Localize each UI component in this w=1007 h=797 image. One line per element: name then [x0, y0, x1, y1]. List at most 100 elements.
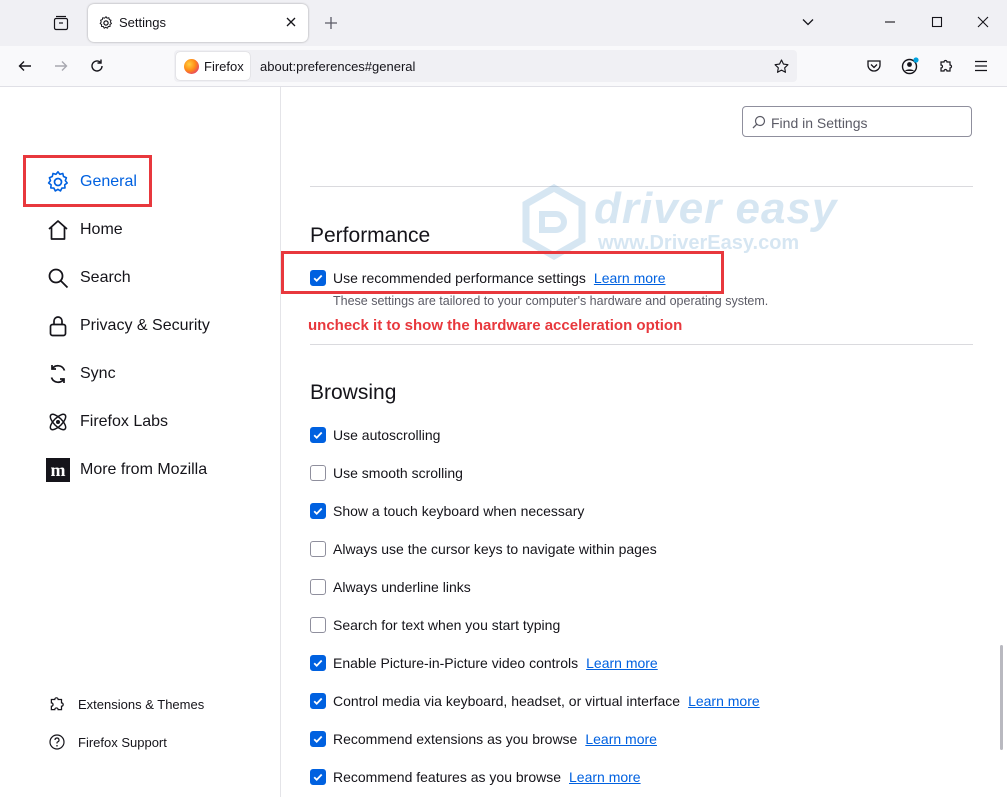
find-in-settings-field[interactable] — [742, 106, 972, 137]
firefox-logo-icon — [184, 59, 199, 74]
checkbox[interactable] — [310, 769, 326, 785]
learn-more-link[interactable]: Learn more — [586, 655, 658, 671]
close-tab-icon[interactable] — [284, 15, 298, 29]
sidebar-item-label: Sync — [80, 365, 116, 382]
checkmark-icon — [313, 735, 323, 743]
find-in-settings-input[interactable] — [769, 112, 968, 134]
option-label: Search for text when you start typing — [333, 617, 561, 633]
checkbox[interactable] — [310, 655, 326, 671]
checkmark-icon — [313, 274, 323, 282]
plus-icon — [325, 17, 337, 29]
browsing-heading: Browsing — [310, 381, 397, 404]
checkbox[interactable] — [310, 693, 326, 709]
performance-option-row[interactable]: Use recommended performance settings Lea… — [310, 268, 666, 288]
puzzle-icon — [940, 59, 953, 72]
app-menu-button[interactable] — [967, 52, 995, 80]
sidebar-item-general[interactable]: General — [46, 166, 137, 198]
annotation-note: uncheck it to show the hardware accelera… — [308, 317, 683, 334]
browsing-option-row[interactable]: Show a touch keyboard when necessary — [310, 501, 584, 521]
star-icon — [773, 58, 789, 73]
search-icon — [46, 266, 70, 290]
browsing-option-row[interactable]: Use autoscrolling — [310, 425, 440, 445]
reload-button[interactable] — [83, 52, 111, 80]
sidebar-item-label: Firefox Labs — [80, 413, 169, 430]
sidebar-item-sync[interactable]: Sync — [46, 358, 116, 390]
scrollbar-thumb[interactable] — [1000, 645, 1003, 750]
extensions-themes-link[interactable]: Extensions & Themes — [48, 693, 204, 715]
learn-more-link[interactable]: Learn more — [585, 731, 657, 747]
sidebar-item-more-from-mozilla[interactable]: m More from Mozilla — [46, 454, 207, 486]
checkbox[interactable] — [310, 503, 326, 519]
tab-settings[interactable]: Settings — [88, 4, 308, 42]
identity-box[interactable]: Firefox — [176, 52, 250, 80]
tab-title: Settings — [119, 15, 166, 30]
home-icon — [46, 218, 70, 242]
extensions-button[interactable] — [932, 52, 960, 80]
search-icon — [752, 115, 766, 129]
maximize-button[interactable] — [922, 8, 952, 36]
browsing-option-row[interactable]: Control media via keyboard, headset, or … — [310, 691, 760, 711]
puzzle-icon — [50, 697, 64, 711]
firefox-support-label: Firefox Support — [78, 734, 167, 750]
sidebar-item-search[interactable]: Search — [46, 262, 131, 294]
option-label: Always use the cursor keys to navigate w… — [333, 541, 657, 557]
sidebar-item-privacy-security[interactable]: Privacy & Security — [46, 310, 210, 342]
learn-more-link[interactable]: Learn more — [688, 693, 760, 709]
sync-icon — [46, 362, 70, 386]
svg-text:m: m — [51, 460, 66, 480]
list-all-tabs-button[interactable] — [793, 8, 823, 36]
account-button[interactable] — [896, 52, 924, 80]
sidebar-item-label: Search — [80, 269, 131, 286]
checkbox[interactable] — [310, 731, 326, 747]
sidebar-item-label: More from Mozilla — [80, 461, 208, 478]
back-button[interactable] — [11, 52, 39, 80]
checkbox[interactable] — [310, 579, 326, 595]
firefox-support-link[interactable]: Firefox Support — [48, 731, 167, 753]
performance-option-label: Use recommended performance settings — [333, 270, 586, 286]
sidebar-item-home[interactable]: Home — [46, 214, 123, 246]
option-label: Enable Picture-in-Picture video controls — [333, 655, 579, 671]
checkmark-icon — [313, 431, 323, 439]
checkbox[interactable] — [310, 541, 326, 557]
help-icon — [49, 734, 65, 750]
reload-icon — [91, 59, 103, 72]
lock-icon — [46, 314, 70, 338]
bookmark-star-button[interactable] — [767, 52, 795, 80]
option-label: Always underline links — [333, 579, 471, 595]
checkbox[interactable] — [310, 465, 326, 481]
extensions-themes-label: Extensions & Themes — [78, 696, 205, 712]
sidebar-item-label: Privacy & Security — [80, 317, 210, 334]
browsing-option-row[interactable]: Use smooth scrolling — [310, 463, 463, 483]
pocket-icon — [867, 60, 881, 72]
performance-checkbox[interactable] — [310, 270, 326, 286]
sidebar-item-label: Home — [80, 221, 123, 238]
firefox-view-button[interactable] — [46, 10, 76, 36]
new-tab-button[interactable] — [318, 10, 344, 36]
browsing-option-row[interactable]: Recommend features as you browse Learn m… — [310, 767, 641, 787]
forward-arrow-icon — [55, 61, 68, 71]
checkbox[interactable] — [310, 617, 326, 633]
section-divider — [310, 344, 973, 345]
browsing-option-row[interactable]: Recommend extensions as you browse Learn… — [310, 729, 657, 749]
browsing-option-row[interactable]: Enable Picture-in-Picture video controls… — [310, 653, 658, 673]
performance-learn-more-link[interactable]: Learn more — [594, 270, 666, 286]
sidebar-item-firefox-labs[interactable]: Firefox Labs — [46, 406, 168, 438]
performance-heading: Performance — [310, 224, 431, 247]
browsing-option-row[interactable]: Always underline links — [310, 577, 471, 597]
learn-more-link[interactable]: Learn more — [569, 769, 641, 785]
url-text[interactable]: about:preferences#general — [260, 59, 415, 74]
pocket-button[interactable] — [860, 52, 888, 80]
minimize-button[interactable] — [875, 8, 905, 36]
driver-easy-logo-icon — [522, 184, 586, 260]
browsing-option-row[interactable]: Always use the cursor keys to navigate w… — [310, 539, 657, 559]
firefox-view-icon — [53, 15, 69, 31]
option-label: Use autoscrolling — [333, 427, 441, 443]
option-label: Control media via keyboard, headset, or … — [333, 693, 681, 709]
forward-button[interactable] — [47, 52, 75, 80]
checkbox[interactable] — [310, 427, 326, 443]
maximize-icon — [931, 16, 943, 28]
close-window-button[interactable] — [968, 8, 998, 36]
sidebar-item-label: General — [80, 173, 137, 190]
option-label: Use smooth scrolling — [333, 465, 463, 481]
browsing-option-row[interactable]: Search for text when you start typing — [310, 615, 560, 635]
